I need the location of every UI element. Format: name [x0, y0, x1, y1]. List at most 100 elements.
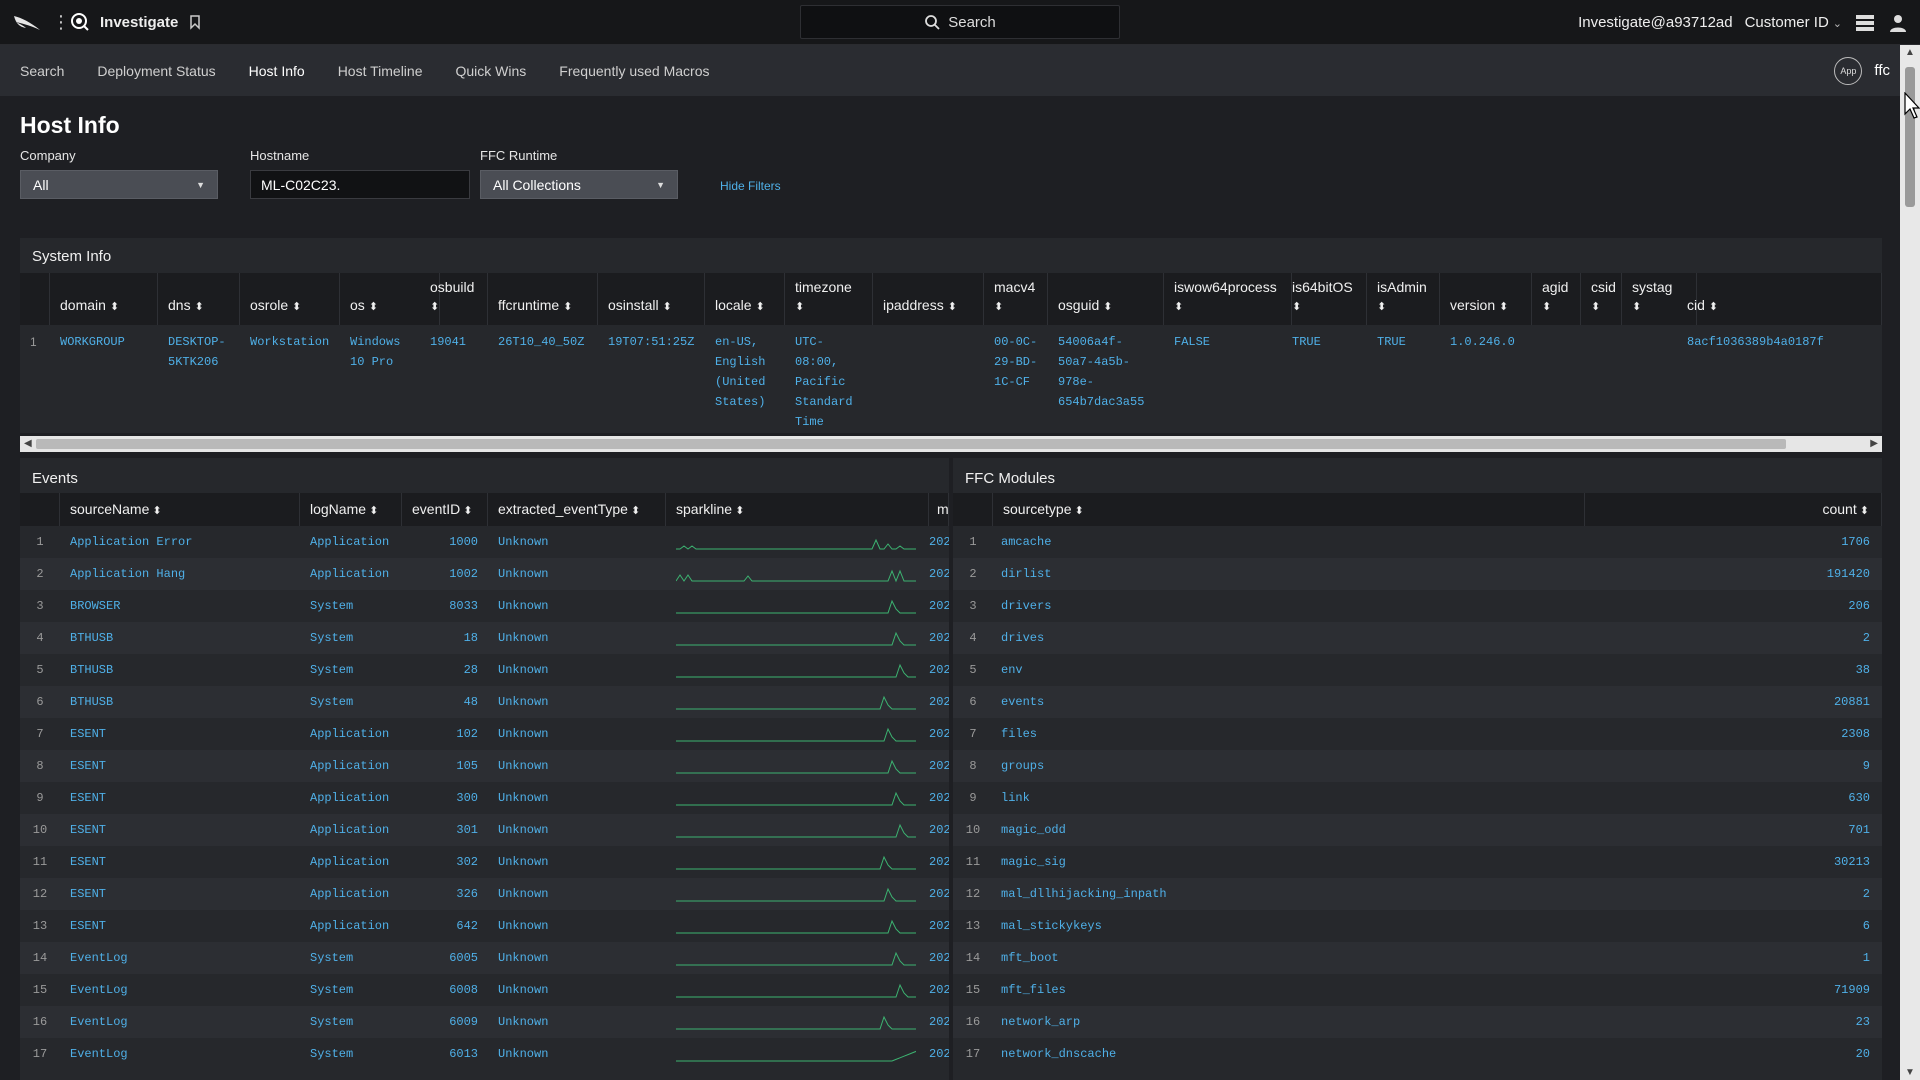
company-dropdown[interactable]: All ▼: [20, 170, 218, 199]
cell-source-name[interactable]: ESENT: [70, 718, 106, 750]
cell-event-id[interactable]: 326: [402, 878, 478, 910]
cell-event-id[interactable]: 6008: [402, 974, 478, 1006]
sort-icon[interactable]: ⬍: [149, 505, 161, 517]
falcon-logo-icon[interactable]: [12, 10, 42, 34]
cell-count[interactable]: 20881: [1585, 686, 1870, 718]
hide-filters-link[interactable]: Hide Filters: [720, 179, 781, 193]
sort-icon[interactable]: ⬍: [755, 301, 764, 313]
table-row[interactable]: 8 groups 9: [953, 750, 1882, 782]
table-row[interactable]: 16 network_arp 23: [953, 1006, 1882, 1038]
cell-event-id[interactable]: 48: [402, 686, 478, 718]
cell-sourcetype[interactable]: groups: [1001, 750, 1044, 782]
cell-source-name[interactable]: BTHUSB: [70, 686, 113, 718]
cell-count[interactable]: 30213: [1585, 846, 1870, 878]
cell-event-id[interactable]: 6009: [402, 1006, 478, 1038]
cell-is64bitos[interactable]: TRUE: [1292, 332, 1321, 352]
cell-log-name[interactable]: Application: [310, 878, 389, 910]
cell-event-type[interactable]: Unknown: [498, 686, 548, 718]
sort-icon[interactable]: ⬍: [1542, 297, 1568, 317]
sort-icon[interactable]: ⬍: [732, 505, 744, 517]
cell-macv4[interactable]: 00-0C- 29-BD- 1C-CF: [994, 332, 1037, 392]
global-search-button[interactable]: Search: [800, 5, 1120, 39]
table-row[interactable]: 12 mal_dllhijacking_inpath 2: [953, 878, 1882, 910]
cell-osinstall[interactable]: 19T07:51:25Z: [608, 332, 694, 352]
cell-event-type[interactable]: Unknown: [498, 782, 548, 814]
cell-ffcruntime[interactable]: 26T10_40_50Z: [498, 332, 584, 352]
cell-event-type[interactable]: Unknown: [498, 558, 548, 590]
cell-sourcetype[interactable]: mft_files: [1001, 974, 1066, 1006]
cell-count[interactable]: 630: [1585, 782, 1870, 814]
column-header-is64bitos[interactable]: is64bitOS ⬍: [1282, 273, 1367, 325]
cell-source-name[interactable]: ESENT: [70, 814, 106, 846]
column-header-agid[interactable]: agid ⬍: [1532, 273, 1581, 325]
table-row[interactable]: 2 Application Hang Application 1002 Unknown 2…: [20, 558, 949, 590]
cell-iswow64process[interactable]: FALSE: [1174, 332, 1210, 352]
cell-sourcetype[interactable]: mal_stickykeys: [1001, 910, 1102, 942]
sort-icon[interactable]: ⬍: [460, 505, 472, 517]
cell-first-time[interactable]: 202: [929, 1006, 949, 1038]
cell-count[interactable]: 71909: [1585, 974, 1870, 1006]
column-header-domain[interactable]: domain ⬍: [50, 273, 158, 325]
cell-first-time[interactable]: 202: [929, 942, 949, 974]
cell-first-time[interactable]: 202: [929, 654, 949, 686]
cell-log-name[interactable]: Application: [310, 718, 389, 750]
cell-sourcetype[interactable]: amcache: [1001, 526, 1051, 558]
sort-icon[interactable]: ⬍: [369, 301, 378, 313]
cell-osguid[interactable]: 54006a4f- 50a7-4a5b- 978e- 654b7dac3a55: [1058, 332, 1144, 412]
horizontal-scroll-thumb[interactable]: [36, 439, 1786, 449]
cell-event-id[interactable]: 302: [402, 846, 478, 878]
cell-event-id[interactable]: 642: [402, 910, 478, 942]
cell-sourcetype[interactable]: env: [1001, 654, 1023, 686]
cell-event-type[interactable]: Unknown: [498, 846, 548, 878]
table-row[interactable]: 12 ESENT Application 326 Unknown 202: [20, 878, 949, 910]
cell-first-time[interactable]: 202: [929, 782, 949, 814]
cell-event-id[interactable]: 102: [402, 718, 478, 750]
cell-count[interactable]: 191420: [1585, 558, 1870, 590]
cell-sourcetype[interactable]: mft_boot: [1001, 942, 1059, 974]
cell-first-time[interactable]: 202: [929, 910, 949, 942]
scroll-left-icon[interactable]: ◀: [24, 438, 32, 449]
sort-icon[interactable]: ⬍: [1292, 297, 1353, 317]
cell-source-name[interactable]: BROWSER: [70, 590, 120, 622]
cell-count[interactable]: 1: [1585, 942, 1870, 974]
table-row[interactable]: 1 amcache 1706: [953, 526, 1882, 558]
cell-log-name[interactable]: System: [310, 686, 353, 718]
nav-host-timeline[interactable]: Host Timeline: [338, 45, 423, 96]
events-column-sparkline[interactable]: sparkline ⬍: [666, 493, 929, 526]
cell-sourcetype[interactable]: link: [1001, 782, 1030, 814]
scroll-up-icon[interactable]: ▲: [1905, 47, 1915, 58]
cell-event-id[interactable]: 6013: [402, 1038, 478, 1070]
cell-os[interactable]: Windows 10 Pro: [350, 332, 400, 372]
cell-source-name[interactable]: Application Error: [70, 526, 192, 558]
nav-host-info[interactable]: Host Info: [249, 45, 305, 96]
column-header-cid[interactable]: cid ⬍: [1677, 273, 1882, 325]
cell-sourcetype[interactable]: files: [1001, 718, 1037, 750]
table-row[interactable]: 5 env 38: [953, 654, 1882, 686]
cell-event-type[interactable]: Unknown: [498, 910, 548, 942]
cell-event-id[interactable]: 300: [402, 782, 478, 814]
cell-first-time[interactable]: 202: [929, 590, 949, 622]
cell-sourcetype[interactable]: magic_sig: [1001, 846, 1066, 878]
cell-count[interactable]: 1706: [1585, 526, 1870, 558]
cell-source-name[interactable]: BTHUSB: [70, 654, 113, 686]
cell-event-id[interactable]: 6005: [402, 942, 478, 974]
sort-icon[interactable]: ⬍: [994, 297, 1035, 317]
nav-quick-wins[interactable]: Quick Wins: [456, 45, 527, 96]
column-header-ffcruntime[interactable]: ffcruntime ⬍: [488, 273, 598, 325]
table-row[interactable]: 13 mal_stickykeys 6: [953, 910, 1882, 942]
sort-icon[interactable]: ⬍: [366, 505, 378, 517]
sort-icon[interactable]: ⬍: [628, 505, 640, 517]
sort-icon[interactable]: ⬍: [1591, 297, 1616, 317]
more-menu-icon[interactable]: ⋮: [52, 13, 70, 31]
vertical-scroll-thumb[interactable]: [1905, 67, 1915, 207]
cell-log-name[interactable]: Application: [310, 846, 389, 878]
cell-first-time[interactable]: 202: [929, 622, 949, 654]
cell-sourcetype[interactable]: drivers: [1001, 590, 1051, 622]
horizontal-scrollbar[interactable]: ◀ ▶: [20, 436, 1882, 452]
cell-first-time[interactable]: 202: [929, 686, 949, 718]
table-row[interactable]: 15 EventLog System 6008 Unknown 202: [20, 974, 949, 1006]
column-header-osguid[interactable]: osguid ⬍: [1048, 273, 1164, 325]
runtime-dropdown[interactable]: All Collections ▼: [480, 170, 678, 199]
events-column-extracted-eventtype[interactable]: extracted_eventType ⬍: [488, 493, 666, 526]
cell-source-name[interactable]: BTHUSB: [70, 622, 113, 654]
